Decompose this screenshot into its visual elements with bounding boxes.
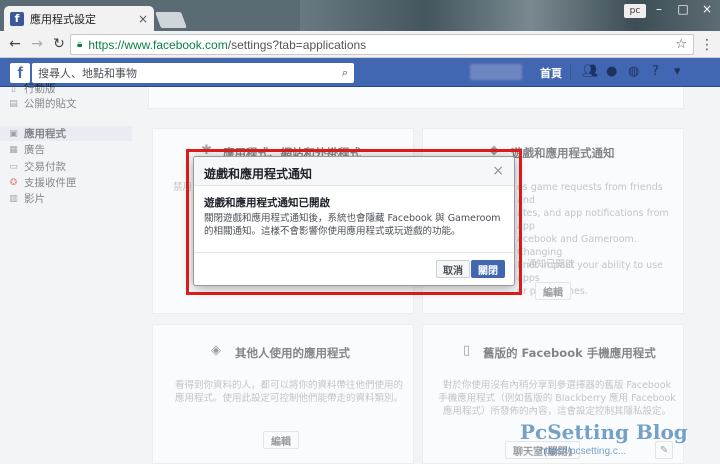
close-button[interactable]: 關閉 bbox=[471, 260, 505, 278]
dialog-body: 關閉遊戲和應用程式通知後，系統也會隱藏 Facebook 與 Gameroom … bbox=[204, 213, 501, 237]
browser-tab[interactable]: f 應用程式設定 × bbox=[4, 6, 154, 31]
window-close-icon[interactable]: × bbox=[696, 2, 718, 16]
tab-title: 應用程式設定 bbox=[30, 12, 96, 26]
search-placeholder: 搜尋人、地點和事物 bbox=[38, 67, 137, 80]
browser-toolbar: ← → ↻ 🔒︎ https://www.facebook.com /setti… bbox=[0, 31, 720, 58]
cancel-button[interactable]: 取消 bbox=[436, 260, 470, 278]
maximize-icon[interactable]: □ bbox=[672, 2, 694, 16]
notification-dialog: 遊戲和應用程式通知 × 遊戲和應用程式通知已開啟 關閉遊戲和應用程式通知後，系統… bbox=[193, 156, 515, 286]
address-bar[interactable]: 🔒︎ https://www.facebook.com /settings?ta… bbox=[70, 34, 694, 55]
account-menu-icon[interactable]: ▾ bbox=[674, 64, 681, 79]
url-host: https://www.facebook.com bbox=[88, 37, 228, 52]
browser-tabstrip: f 應用程式設定 × pc – □ × bbox=[0, 0, 720, 31]
forward-arrow-icon[interactable]: → bbox=[26, 36, 48, 52]
dialog-title: 遊戲和應用程式通知 bbox=[204, 167, 313, 181]
help-icon[interactable]: ? bbox=[652, 64, 659, 79]
dialog-close-icon[interactable]: × bbox=[492, 163, 504, 179]
facebook-logo-icon[interactable]: f bbox=[10, 63, 30, 83]
search-icon[interactable]: ⌕ bbox=[342, 66, 348, 80]
back-arrow-icon[interactable]: ← bbox=[4, 36, 26, 52]
dialog-divider bbox=[194, 252, 514, 253]
url-path: /settings?tab=applications bbox=[227, 37, 367, 52]
dialog-header: 遊戲和應用程式通知 × bbox=[194, 157, 514, 186]
friend-requests-icon[interactable]: 👥︎ bbox=[582, 64, 599, 79]
search-input[interactable]: 搜尋人、地點和事物 ⌕ bbox=[32, 63, 354, 83]
facebook-favicon-icon: f bbox=[10, 11, 24, 26]
minimize-icon[interactable]: – bbox=[648, 2, 670, 16]
header-divider bbox=[570, 64, 571, 80]
bookmark-star-icon[interactable]: ☆ bbox=[675, 37, 687, 52]
profile-link[interactable] bbox=[470, 64, 522, 80]
watermark-title: PcSetting Blog bbox=[520, 420, 688, 444]
lock-icon: 🔒︎ bbox=[77, 39, 83, 50]
home-link[interactable]: 首頁 bbox=[540, 65, 562, 81]
dialog-heading: 遊戲和應用程式通知已開啟 bbox=[204, 197, 330, 209]
globe-notifications-icon[interactable]: ◍ bbox=[628, 64, 639, 79]
profile-badge[interactable]: pc bbox=[624, 4, 646, 18]
watermark-url: https://pcsetting.c... bbox=[540, 446, 627, 457]
messenger-icon[interactable]: ● bbox=[606, 64, 617, 79]
reload-icon[interactable]: ↻ bbox=[48, 36, 70, 52]
tab-close-icon[interactable]: × bbox=[138, 12, 148, 26]
browser-menu-icon[interactable]: ⋮ bbox=[700, 37, 714, 53]
new-tab-button[interactable] bbox=[155, 12, 187, 28]
